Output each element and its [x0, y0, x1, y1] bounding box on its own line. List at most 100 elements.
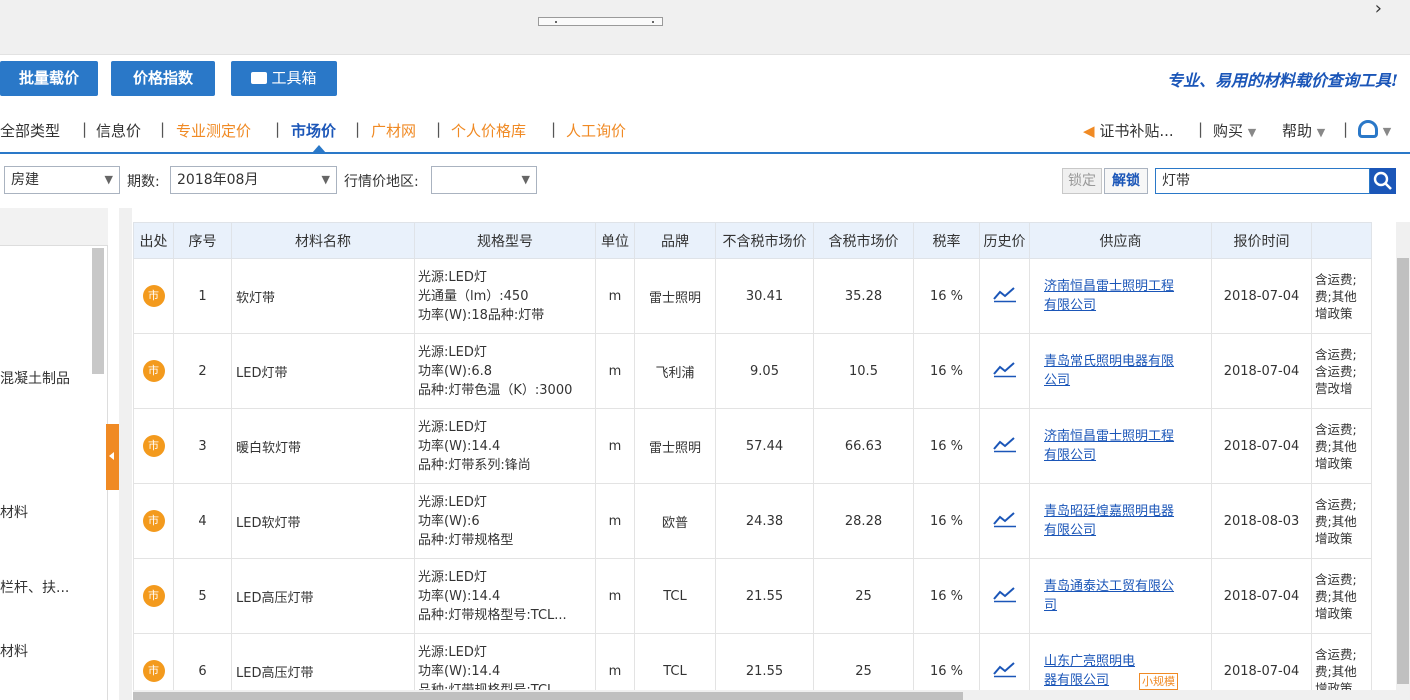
price-in-tax-cell: 66.63 [813, 408, 914, 484]
unlock-button[interactable]: 解锁 [1104, 168, 1148, 194]
col-header-source[interactable]: 出处 [133, 222, 174, 259]
note-line: 费;其他 [1315, 588, 1357, 604]
table-row[interactable]: 市 1 软灯带 光源:LED灯 光通量（lm）:450 功率(W):18品种:灯带 … [133, 258, 1372, 334]
note-cell: 含运费; 费;其他 增政策 [1311, 258, 1372, 334]
tab-guangcai-net[interactable]: 广材网 [371, 120, 416, 141]
table-row[interactable]: 市 3 暖白软灯带 光源:LED灯 功率(W):14.4 品种:灯带系列:锋尚 m … [133, 408, 1372, 484]
price-index-button[interactable]: 价格指数 [111, 61, 215, 96]
chevron-right-icon[interactable]: › [1375, 0, 1382, 19]
supplier-name-line: 有限公司 [1044, 523, 1097, 538]
market-source-icon: 市 [142, 660, 165, 682]
cert-subsidy-link[interactable]: ◀ 证书补贴... [1083, 120, 1174, 141]
trend-chart-icon[interactable] [992, 435, 1018, 453]
note-line: 增政策 [1315, 605, 1353, 621]
spec-line: 品种:灯带规格型 [418, 532, 514, 548]
quote-date-cell: 2018-07-04 [1211, 258, 1312, 334]
col-header-price-ex-tax[interactable]: 不含税市场价 [715, 222, 814, 259]
col-header-no[interactable]: 序号 [173, 222, 232, 259]
history-cell [979, 408, 1030, 484]
col-header-unit[interactable]: 单位 [595, 222, 635, 259]
price-ex-tax-cell: 57.44 [715, 408, 814, 484]
spec-cell: 光源:LED灯 功率(W):14.4 品种:灯带规格型号:TCL... [414, 558, 596, 634]
note-line: 含运费; [1315, 496, 1357, 512]
supplier-link[interactable]: 青岛昭廷煌嘉照明电器 有限公司 [1044, 502, 1174, 540]
spec-line: 光源:LED灯 [418, 569, 487, 585]
tab-personal-library[interactable]: 个人价格库 [451, 120, 526, 141]
help-label: 帮助 [1282, 122, 1313, 140]
supplier-name-line: 司 [1044, 598, 1058, 613]
buy-menu[interactable]: 购买 ▼ [1213, 120, 1256, 141]
col-header-price-in-tax[interactable]: 含税市场价 [813, 222, 914, 259]
table-row[interactable]: 市 5 LED高压灯带 光源:LED灯 功率(W):14.4 品种:灯带规格型号:T… [133, 558, 1372, 634]
spec-line: 功率(W):18品种:灯带 [418, 307, 545, 323]
tree-item[interactable]: 材料 [0, 641, 28, 661]
nav-divider: | [275, 120, 281, 138]
material-name: LED灯带 [231, 333, 415, 409]
supplier-cell: 济南恒昌雷士照明工程 有限公司 [1029, 408, 1212, 484]
table-vertical-scroll-thumb[interactable] [1397, 258, 1409, 684]
supplier-name-line: 青岛昭廷煌嘉照明电器 [1044, 504, 1175, 519]
trend-chart-icon[interactable] [992, 660, 1018, 678]
col-header-name[interactable]: 材料名称 [231, 222, 415, 259]
support-menu[interactable]: ▼ [1358, 120, 1391, 139]
splitter-handle[interactable] [538, 17, 663, 26]
supplier-link[interactable]: 济南恒昌雷士照明工程 有限公司 [1044, 427, 1174, 465]
spec-cell: 光源:LED灯 功率(W):14.4 品种:灯带系列:锋尚 [414, 408, 596, 484]
col-header-brand[interactable]: 品牌 [634, 222, 716, 259]
category-select[interactable]: 房建 ▼ [4, 166, 120, 194]
tab-manual-inquiry[interactable]: 人工询价 [566, 120, 626, 141]
supplier-name-line: 济南恒昌雷士照明工程 [1044, 279, 1175, 294]
spec-line: 功率(W):14.4 [418, 588, 501, 604]
table-row[interactable]: 市 4 LED软灯带 光源:LED灯 功率(W):6 品种:灯带规格型 m 欧普 2… [133, 483, 1372, 559]
col-header-history[interactable]: 历史价 [979, 222, 1030, 259]
tree-item[interactable]: 混凝土制品 [0, 368, 70, 388]
collapse-panel-button[interactable] [106, 424, 119, 490]
price-type-nav: 全部类型 | 信息价 | 专业测定价 | 市场价 | 广材网 | 个人价格库 |… [0, 110, 1410, 154]
tree-item[interactable]: 材料 [0, 502, 28, 522]
speaker-icon: ◀ [1083, 122, 1095, 140]
price-table-container: 出处 序号 材料名称 规格型号 单位 品牌 不含税市场价 含税市场价 税率 历史… [133, 222, 1410, 700]
supplier-link[interactable]: 山东广亮照明电 器有限公司 [1044, 652, 1135, 690]
col-header-quote-time[interactable]: 报价时间 [1211, 222, 1312, 259]
batch-price-button[interactable]: 批量载价 [0, 61, 98, 96]
table-row[interactable]: 市 2 LED灯带 光源:LED灯 功率(W):6.8 品种:灯带色温（K）:300… [133, 333, 1372, 409]
period-select[interactable]: 2018年08月 ▼ [170, 166, 337, 194]
trend-chart-icon[interactable] [992, 585, 1018, 603]
table-horizontal-scroll-thumb[interactable] [133, 692, 963, 700]
col-header-spec[interactable]: 规格型号 [414, 222, 596, 259]
supplier-link[interactable]: 青岛通泰达工贸有限公司 [1044, 577, 1174, 615]
col-header-tax-rate[interactable]: 税率 [913, 222, 980, 259]
nav-divider: | [436, 120, 442, 138]
supplier-link[interactable]: 济南恒昌雷士照明工程 有限公司 [1044, 277, 1174, 315]
trend-chart-icon[interactable] [992, 510, 1018, 528]
trend-chart-icon[interactable] [992, 285, 1018, 303]
headset-icon [1358, 120, 1378, 138]
tab-all-types[interactable]: 全部类型 [0, 120, 60, 141]
tab-professional-price[interactable]: 专业测定价 [176, 120, 251, 141]
col-header-supplier[interactable]: 供应商 [1029, 222, 1212, 259]
col-header-note[interactable] [1311, 222, 1372, 259]
price-in-tax-cell: 28.28 [813, 483, 914, 559]
caret-down-icon: ▼ [104, 173, 113, 186]
lock-button[interactable]: 锁定 [1062, 168, 1102, 194]
row-number: 1 [173, 258, 232, 334]
market-source-icon: 市 [142, 360, 165, 382]
trend-chart-icon[interactable] [992, 360, 1018, 378]
supplier-link[interactable]: 青岛常氏照明电器有限 公司 [1044, 352, 1174, 390]
buy-label: 购买 [1213, 122, 1244, 140]
help-menu[interactable]: 帮助 ▼ [1282, 120, 1325, 141]
source-cell: 市 [133, 558, 174, 634]
supplier-cell: 青岛常氏照明电器有限 公司 [1029, 333, 1212, 409]
search-button[interactable] [1370, 168, 1396, 194]
region-select[interactable]: ▼ [431, 166, 537, 194]
top-strip: › [0, 0, 1410, 55]
tab-market-price[interactable]: 市场价 [291, 120, 336, 141]
caret-down-icon: ▼ [1382, 125, 1392, 138]
brand-cell: 欧普 [634, 483, 716, 559]
search-input[interactable]: 灯带 [1155, 168, 1370, 194]
tree-scrollbar[interactable] [92, 248, 104, 374]
tree-item[interactable]: 栏杆、扶... [0, 577, 69, 597]
toolbox-button[interactable]: 工具箱 [231, 61, 337, 96]
nav-divider: | [1343, 120, 1349, 138]
tab-info-price[interactable]: 信息价 [96, 120, 141, 141]
